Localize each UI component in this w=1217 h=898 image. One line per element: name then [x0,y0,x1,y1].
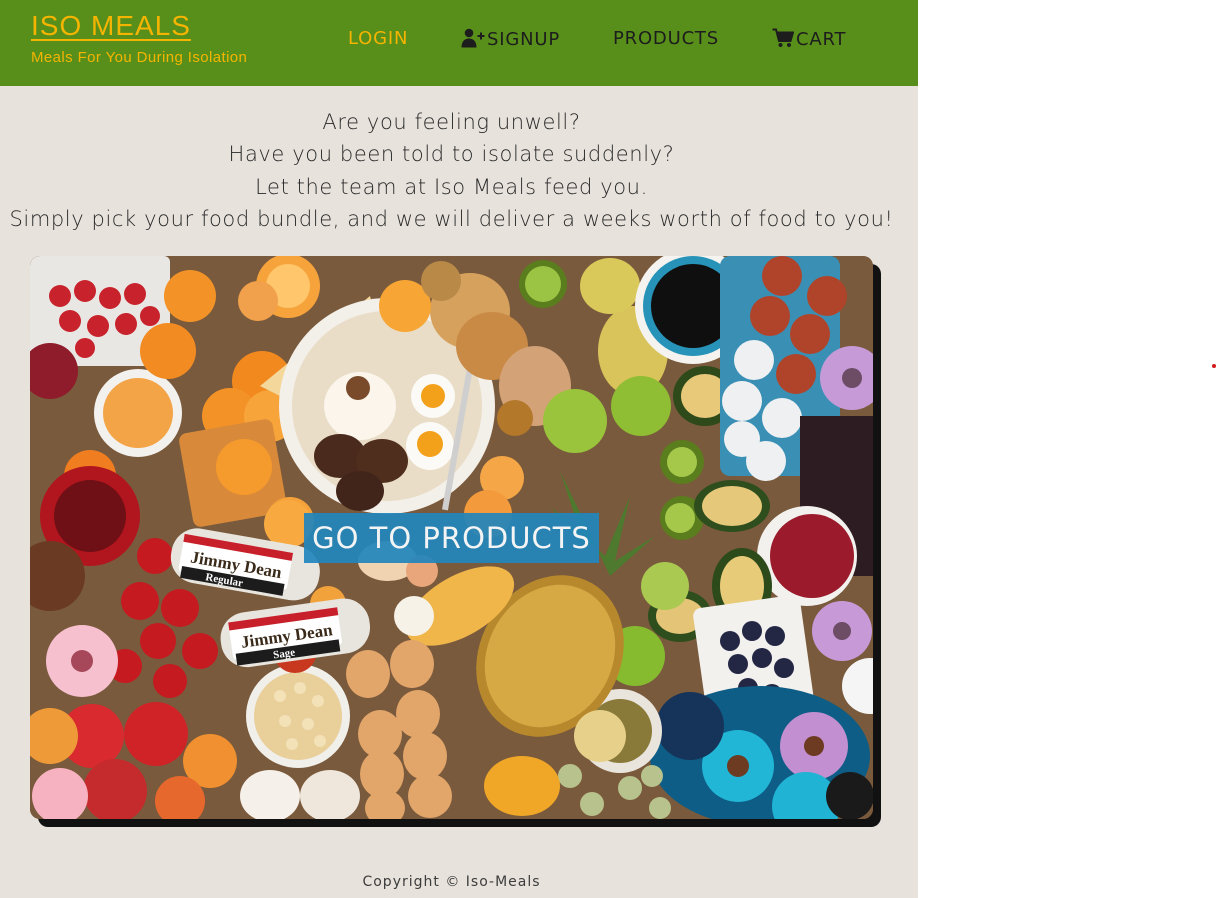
nav-signup-label: SIGNUP [487,29,560,50]
intro-line-4: Simply pick your food bundle, and we wil… [9,206,894,231]
nav-login-link[interactable]: LOGIN [348,28,408,49]
intro-line-1: Are you feeling unwell? [322,110,581,134]
brand-tagline: Meals For You During Isolation [31,49,248,66]
red-dot [1212,364,1216,368]
intro-text: Are you feeling unwell? Have you been to… [0,106,903,235]
intro-line-3: Let the team at Iso Meals feed you. [255,174,648,199]
nav-products-label: PRODUCTS [613,28,719,49]
nav-cart-label: CART [796,29,847,50]
page: ISO MEALS Meals For You During Isolation… [0,0,918,898]
nav-cart-link[interactable]: CART [772,28,846,53]
user-plus-icon [461,28,485,53]
go-to-products-button[interactable]: GO TO PRODUCTS [304,513,599,563]
brand-title[interactable]: ISO MEALS [31,10,191,42]
intro-line-2: Have you been told to isolate suddenly? [228,142,675,167]
footer-copyright: Copyright © Iso-Meals [362,874,541,890]
shopping-cart-icon [772,28,795,53]
brand: ISO MEALS Meals For You During Isolation [31,10,247,66]
nav-products-link[interactable]: PRODUCTS [613,28,719,49]
navbar: ISO MEALS Meals For You During Isolation… [0,0,918,86]
nav-login-label: LOGIN [348,28,409,49]
nav-signup-link[interactable]: SIGNUP [461,28,560,53]
